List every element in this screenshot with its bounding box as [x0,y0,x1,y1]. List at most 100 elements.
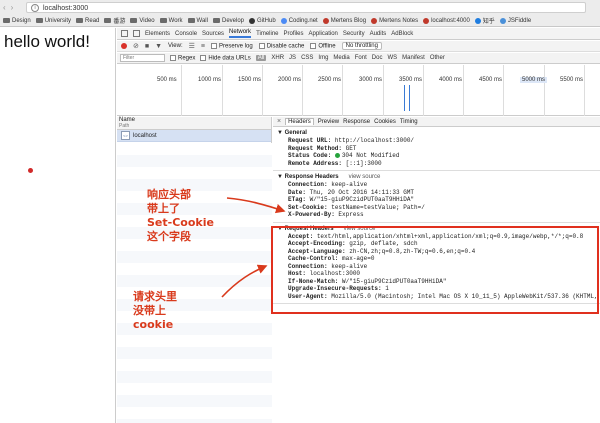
status-ok-icon [334,152,340,158]
browser-chrome: ‹ › i localhost:3000 Design University Rea… [0,0,600,27]
tab-security[interactable]: Security [343,31,365,37]
request-row[interactable]: <> localhost [117,130,271,142]
tab-profiles[interactable]: Profiles [284,31,304,37]
bookmark-item[interactable]: localhost:4000 [423,17,470,24]
filter-type-doc[interactable]: Doc [372,55,383,61]
bookmark-item[interactable]: Mertens Blog [322,17,366,24]
header-value: keep-alive [331,181,368,188]
back-icon[interactable]: ‹ [3,3,6,12]
bookmark-item[interactable]: 番游 [104,16,125,25]
preserve-log-checkbox[interactable]: Preserve log [211,42,253,49]
regex-checkbox[interactable]: Regex [170,54,195,61]
header-key: Set-Cookie: [288,203,332,211]
record-icon[interactable] [121,43,127,49]
detail-tab-headers[interactable]: Headers [285,118,314,125]
throttling-select[interactable]: No throttling [341,42,382,50]
regex-box[interactable] [170,54,176,61]
tab-timeline[interactable]: Timeline [256,31,278,37]
overview-tick-label: 3500 ms [399,77,423,83]
favicon-icon [423,17,430,24]
inspect-icon[interactable] [121,30,128,37]
capture-icon[interactable]: ■ [145,43,149,50]
request-annotation: 请求头里 没带上 cookie [133,290,177,332]
response-view-source[interactable]: view source [349,174,381,180]
bookmark-label: GitHub [257,17,276,24]
header-row: Set-Cookie: testName=testValue; Path=/ [273,204,600,212]
list-view-icon[interactable]: ☰ [189,43,195,50]
favicon-icon [499,17,506,24]
bookmark-item[interactable]: Design [3,18,31,24]
header-key: ETag: [288,196,310,203]
detail-tab-preview[interactable]: Preview [318,119,339,125]
general-rows: Request URL: http://localhost:3000/Reque… [273,137,600,167]
filter-type-media[interactable]: Media [333,55,349,61]
header-value: Thu, 20 Oct 2016 14:11:33 GMT [309,188,415,196]
filter-type-other[interactable]: Other [430,55,445,61]
header-value: testName=testValue; Path=/ [331,203,425,211]
bookmark-item[interactable]: Develop [212,18,244,24]
bookmark-item[interactable]: Work [159,18,183,24]
general-title[interactable]: ▼ General [273,127,600,137]
tab-adblock[interactable]: AdBlock [391,31,413,37]
overview-tick-label: 2500 ms [318,77,342,83]
tab-sources[interactable]: Sources [202,31,224,37]
disable-cache-box[interactable] [258,42,265,49]
tab-elements[interactable]: Elements [145,31,170,37]
bookmark-item[interactable]: Video [130,18,155,24]
request-list-header[interactable]: Name Path [117,117,271,130]
tab-application[interactable]: Application [309,31,338,37]
offline-box[interactable] [310,42,317,49]
address-bar[interactable]: i localhost:3000 [26,2,586,13]
filter-input[interactable] [120,54,165,62]
forward-icon[interactable]: › [11,3,14,12]
preserve-log-box[interactable] [211,42,217,49]
filter-type-css[interactable]: CSS [301,55,313,61]
bookmark-label: Coding.net [288,17,318,24]
header-row: Request Method: GET [273,145,600,153]
filter-icon[interactable]: ▼ [155,43,162,50]
bookmark-item[interactable]: Wall [187,17,208,24]
hide-data-urls-box[interactable] [200,54,207,61]
filter-type-js[interactable]: JS [289,55,296,61]
tab-console[interactable]: Console [175,31,197,37]
filter-type-font[interactable]: Font [355,55,367,61]
device-toggle-icon[interactable] [133,30,140,37]
bookmark-item[interactable]: 知乎 [474,16,495,25]
bookmark-label: 番游 [113,19,126,25]
response-headers-title[interactable]: ▼ Response Headers view source [273,171,600,181]
folder-icon [76,18,84,23]
filter-type-ws[interactable]: WS [387,55,397,61]
hide-data-urls-checkbox[interactable]: Hide data URLs [200,54,251,61]
header-value: http://localhost:3000/ [334,137,415,144]
clear-icon[interactable]: ⊘ [133,43,139,50]
bookmark-item[interactable]: University [35,18,71,24]
detail-tab-timing[interactable]: Timing [400,119,418,125]
bookmark-item[interactable]: GitHub [249,17,276,24]
tab-audits[interactable]: Audits [370,31,387,37]
tab-network[interactable]: Network [229,29,252,38]
filter-type-manifest[interactable]: Manifest [402,55,425,61]
filter-type-img[interactable]: Img [318,55,328,61]
bookmark-label: Design [12,17,31,24]
detail-tab-cookies[interactable]: Cookies [374,119,396,125]
close-icon[interactable]: × [277,118,281,125]
bookmark-item[interactable]: Mertens Notes [371,17,418,24]
filter-type-xhr[interactable]: XHR [271,55,284,61]
overview-tick-label: 1000 ms [198,77,222,83]
bookmark-item[interactable]: JSFiddle [499,17,531,24]
overview-icon[interactable]: ≡ [201,43,205,50]
header-key: Request Method: [288,144,346,152]
header-row: ETag: W/"15-giuP9CzidPUT0aaT9HHiDA" [273,196,600,204]
disable-cache-checkbox[interactable]: Disable cache [258,42,304,49]
offline-checkbox[interactable]: Offline [310,42,336,49]
header-row: X-Powered-By: Express [273,211,600,219]
bookmark-label: localhost:4000 [431,17,470,24]
detail-tab-response[interactable]: Response [343,119,370,125]
filter-type-all[interactable]: All [255,55,267,61]
header-key: Request URL: [288,137,335,144]
bookmark-item[interactable]: Read [76,18,99,24]
info-icon[interactable]: i [31,4,39,12]
bookmark-item[interactable]: Coding.net [280,17,318,24]
timeline-overview[interactable]: 500 ms 1000 ms 1500 ms 2000 ms 2500 ms 3000 m… [117,65,600,116]
bookmark-label: Wall [196,17,208,24]
